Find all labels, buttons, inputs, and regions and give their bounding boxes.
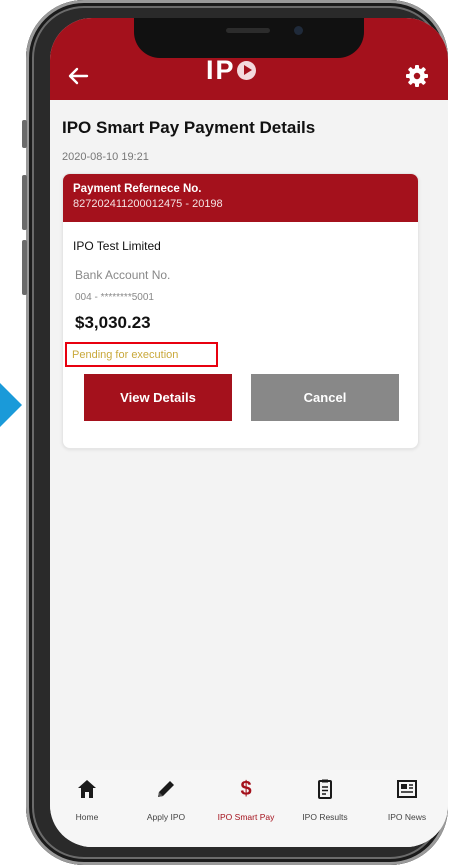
phone-frame: IP IPO Smart Pay Payment Details 2020-08… (22, 0, 448, 865)
cancel-button[interactable]: Cancel (251, 374, 399, 421)
pencil-icon (158, 781, 174, 797)
phone-notch (134, 18, 364, 58)
nav-item-ipo-news[interactable]: IPO News (367, 778, 447, 822)
clipboard-icon (318, 779, 332, 799)
play-icon (236, 60, 256, 80)
volume-down-button (22, 240, 27, 295)
nav-label-apply-ipo: Apply IPO (146, 812, 186, 822)
view-details-button[interactable]: View Details (84, 374, 232, 421)
bank-account-value: 004 - ********5001 (75, 292, 154, 303)
company-name: IPO Test Limited (73, 239, 161, 253)
gear-icon[interactable] (403, 62, 431, 90)
nav-item-apply-ipo[interactable]: Apply IPO (126, 778, 206, 822)
nav-label-ipo-news: IPO News (387, 812, 427, 822)
arrow-left-icon[interactable] (62, 60, 94, 92)
volume-up-button (22, 175, 27, 230)
front-camera (294, 26, 303, 35)
payment-card: Payment Refernece No. 827202411200012475… (62, 173, 419, 449)
payment-card-header: Payment Refernece No. 827202411200012475… (63, 174, 418, 222)
logo-text: IP (206, 55, 236, 85)
page-title: IPO Smart Pay Payment Details (62, 118, 316, 137)
app-header: IP (50, 18, 448, 100)
nav-label-smart-pay: IPO Smart Pay (217, 812, 275, 822)
payment-timestamp: 2020-08-10 19:21 (62, 151, 149, 163)
phone-screen: IP IPO Smart Pay Payment Details 2020-08… (50, 18, 448, 847)
app-logo: IP (206, 55, 256, 85)
mute-switch (22, 120, 27, 148)
nav-item-home[interactable]: Home (50, 778, 127, 822)
dollar-icon: $ (240, 778, 252, 800)
bottom-nav: Home Apply IPO $ IPO Smart Pay IPO Resul… (50, 770, 448, 847)
nav-item-smart-pay[interactable]: $ IPO Smart Pay (206, 778, 286, 822)
status-badge: Pending for execution (65, 342, 218, 367)
reference-value: 827202411200012475 - 20198 (73, 198, 223, 210)
side-arrow-icon (0, 383, 22, 427)
nav-label-ipo-results: IPO Results (302, 812, 348, 822)
payment-amount: $3,030.23 (75, 313, 151, 332)
reference-label: Payment Refernece No. (73, 183, 202, 195)
nav-item-ipo-results[interactable]: IPO Results (285, 778, 365, 822)
bank-account-label: Bank Account No. (75, 268, 171, 282)
nav-label-home: Home (75, 812, 99, 822)
newspaper-icon (397, 780, 417, 798)
home-icon (78, 780, 96, 798)
speaker-grille (226, 28, 270, 33)
